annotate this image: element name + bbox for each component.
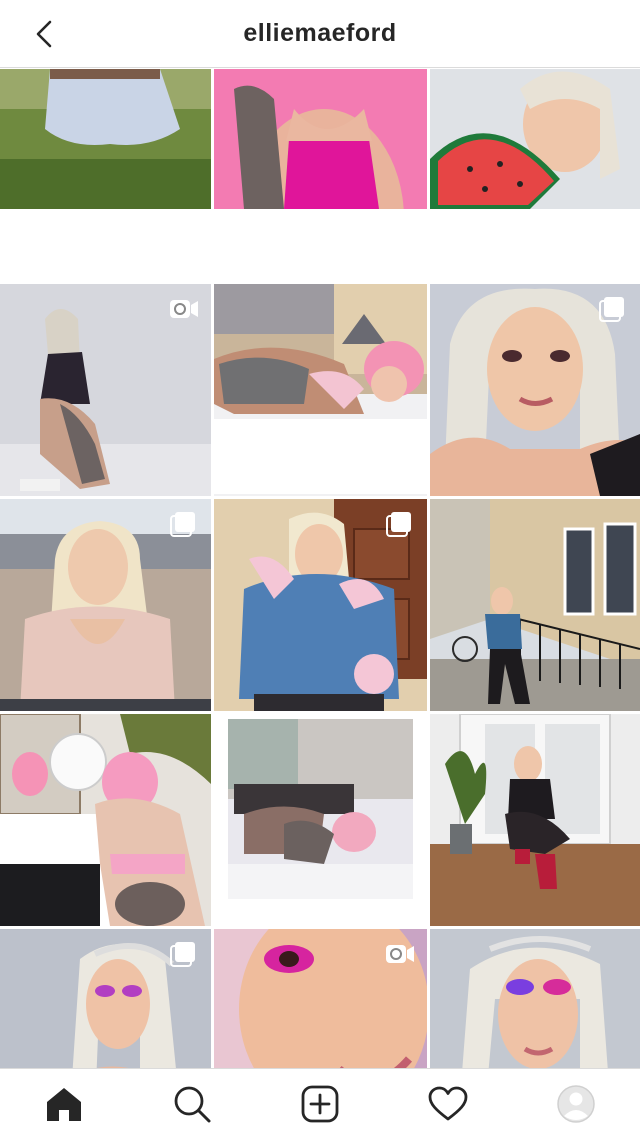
post-tile-11[interactable] bbox=[214, 714, 427, 926]
chevron-left-icon bbox=[36, 20, 52, 48]
post-tile-6[interactable] bbox=[430, 284, 640, 496]
activity-heart-icon bbox=[428, 1086, 468, 1120]
post-photo bbox=[430, 499, 640, 711]
post-tile-15[interactable] bbox=[430, 929, 640, 1068]
back-button[interactable] bbox=[26, 16, 62, 52]
post-tile-3[interactable] bbox=[430, 69, 640, 281]
video-badge-icon bbox=[386, 945, 414, 963]
post-photo bbox=[214, 284, 427, 496]
post-tile-7[interactable] bbox=[0, 499, 211, 711]
carousel-badge-icon bbox=[599, 297, 624, 322]
bottom-navigation bbox=[0, 1068, 640, 1138]
nav-search[interactable] bbox=[162, 1074, 222, 1134]
nav-home[interactable] bbox=[34, 1074, 94, 1134]
post-photo bbox=[430, 714, 640, 926]
post-photo bbox=[430, 929, 640, 1068]
nav-activity[interactable] bbox=[418, 1074, 478, 1134]
post-photo bbox=[0, 69, 211, 209]
carousel-badge-icon bbox=[386, 512, 411, 537]
video-badge-icon bbox=[170, 300, 198, 318]
post-tile-14[interactable] bbox=[214, 929, 427, 1068]
post-tile-2[interactable] bbox=[214, 69, 427, 281]
carousel-badge-icon bbox=[170, 942, 195, 967]
nav-add-post[interactable] bbox=[290, 1074, 350, 1134]
post-tile-4[interactable] bbox=[0, 284, 211, 496]
top-header: elliemaeford bbox=[0, 0, 640, 68]
post-photo bbox=[214, 714, 427, 926]
profile-username-title: elliemaeford bbox=[243, 19, 397, 47]
post-tile-9[interactable] bbox=[430, 499, 640, 711]
post-photo bbox=[430, 69, 640, 209]
nav-profile[interactable] bbox=[546, 1074, 606, 1134]
post-photo bbox=[214, 69, 427, 209]
add-post-icon bbox=[301, 1085, 339, 1122]
post-tile-8[interactable] bbox=[214, 499, 427, 711]
post-tile-10[interactable] bbox=[0, 714, 211, 926]
post-tile-12[interactable] bbox=[430, 714, 640, 926]
post-photo bbox=[0, 714, 211, 926]
carousel-badge-icon bbox=[170, 512, 195, 537]
post-grid bbox=[0, 69, 640, 1068]
post-tile-13[interactable] bbox=[0, 929, 211, 1068]
post-tile-5[interactable] bbox=[214, 284, 427, 496]
profile-avatar-icon bbox=[557, 1084, 595, 1123]
search-icon bbox=[174, 1086, 211, 1122]
home-icon bbox=[47, 1087, 81, 1121]
post-tile-1[interactable] bbox=[0, 69, 211, 281]
